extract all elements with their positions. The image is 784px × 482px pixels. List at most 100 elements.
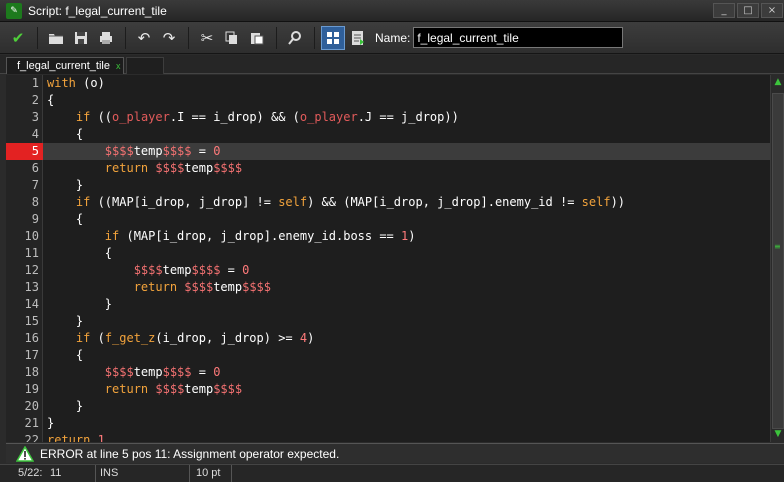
minimize-button[interactable]: _ <box>713 3 735 18</box>
code-line[interactable]: 19 return $$$$temp$$$$ <box>6 381 770 398</box>
code-line[interactable]: 17 { <box>6 347 770 364</box>
maximize-button[interactable]: □ <box>737 3 759 18</box>
line-number: 9 <box>31 212 39 226</box>
window-title: Script: f_legal_current_tile <box>28 3 167 18</box>
line-number: 16 <box>24 331 39 345</box>
line-number: 6 <box>31 161 39 175</box>
line-number: 22 <box>24 433 39 442</box>
code-line[interactable]: 4 { <box>6 126 770 143</box>
code-text: if ((o_player.I == i_drop) && (o_player.… <box>75 110 459 124</box>
copy-icon[interactable] <box>220 26 244 50</box>
code-text: return $$$$temp$$$$ <box>104 161 243 175</box>
code-line[interactable]: 8 if ((MAP[i_drop, j_drop] != self) && (… <box>6 194 770 211</box>
paste-icon[interactable] <box>245 26 269 50</box>
print-icon[interactable] <box>94 26 118 50</box>
toolbar-separator <box>314 26 315 49</box>
code-line[interactable]: 10 if (MAP[i_drop, j_drop].enemy_id.boss… <box>6 228 770 245</box>
code-text: $$$$temp$$$$ = 0 <box>104 365 221 379</box>
code-text: if (f_get_z(i_drop, j_drop) >= 4) <box>75 331 315 345</box>
toolbar-separator <box>188 26 189 49</box>
code-line-error[interactable]: 5 $$$$temp$$$$ = 0 <box>6 143 770 160</box>
code-text: } <box>47 416 55 430</box>
line-number: 13 <box>24 280 39 294</box>
line-number: 15 <box>24 314 39 328</box>
code-text: { <box>47 93 55 107</box>
scroll-down-icon[interactable]: ▼ <box>772 429 784 440</box>
code-text: if (MAP[i_drop, j_drop].enemy_id.boss ==… <box>104 229 416 243</box>
code-line[interactable]: 22 return 1 <box>6 432 770 442</box>
grid-icon[interactable] <box>321 25 345 50</box>
code-text: $$$$temp$$$$ = 0 <box>104 144 221 158</box>
code-text: return 1 <box>47 433 105 442</box>
toolbar-separator <box>125 26 126 49</box>
line-number: 17 <box>24 348 39 362</box>
error-message: ERROR at line 5 pos 11: Assignment opera… <box>40 446 340 461</box>
code-line[interactable]: 15 } <box>6 313 770 330</box>
code-line[interactable]: 18 $$$$temp$$$$ = 0 <box>6 364 770 381</box>
code-text: { <box>104 246 113 260</box>
code-line[interactable]: 1 with (o) <box>6 75 770 92</box>
tab-f-legal-current-tile[interactable]: f_legal_current_tile x <box>6 57 124 74</box>
line-number: 21 <box>24 416 39 430</box>
code-line[interactable]: 3 if ((o_player.I == i_drop) && (o_playe… <box>6 109 770 126</box>
toolbar-separator <box>37 26 38 49</box>
redo-icon[interactable]: ↷ <box>157 26 181 50</box>
code-text: $$$$temp$$$$ = 0 <box>133 263 250 277</box>
line-number: 4 <box>31 127 39 141</box>
app-icon: ✎ <box>6 2 22 19</box>
code-line[interactable]: 6 return $$$$temp$$$$ <box>6 160 770 177</box>
code-line[interactable]: 21} <box>6 415 770 432</box>
code-text: if ((MAP[i_drop, j_drop] != self) && (MA… <box>75 195 626 209</box>
scroll-grip-icon: ≡ <box>774 242 781 251</box>
code-editor[interactable]: 1 with (o) 2{3 if ((o_player.I == i_drop) … <box>6 75 770 442</box>
line-number: 12 <box>24 263 39 277</box>
vertical-scrollbar[interactable]: ▲ ≡ ▼ <box>770 75 784 442</box>
toolbar-separator <box>276 26 277 49</box>
code-text: } <box>104 297 113 311</box>
line-number: 10 <box>24 229 39 243</box>
toolbar: ✔ ↶ ↷ ✂ Name: <box>0 22 784 54</box>
title-bar: ✎ Script: f_legal_current_tile _ □ × <box>0 0 784 22</box>
line-number: 18 <box>24 365 39 379</box>
code-text: { <box>75 348 84 362</box>
code-area[interactable]: 1 with (o) 2{3 if ((o_player.I == i_drop) … <box>6 75 770 442</box>
tab-label: f_legal_current_tile <box>17 60 110 72</box>
cut-icon[interactable]: ✂ <box>195 26 219 50</box>
code-line[interactable]: 13 return $$$$temp$$$$ <box>6 279 770 296</box>
code-line[interactable]: 16 if (f_get_z(i_drop, j_drop) >= 4) <box>6 330 770 347</box>
status-bar: 5/22: 11 INS 10 pt <box>0 464 784 482</box>
tab-blank <box>126 57 164 74</box>
status-column: 11 <box>46 465 96 482</box>
line-number: 19 <box>24 382 39 396</box>
line-number: 2 <box>31 93 39 107</box>
open-folder-icon[interactable] <box>44 26 68 50</box>
code-text: with (o) <box>47 76 105 90</box>
code-line[interactable]: 14 } <box>6 296 770 313</box>
code-line[interactable]: 7 } <box>6 177 770 194</box>
code-line[interactable]: 11 { <box>6 245 770 262</box>
script-name-input[interactable] <box>413 27 624 48</box>
code-line[interactable]: 12 $$$$temp$$$$ = 0 <box>6 262 770 279</box>
scrollbar-thumb[interactable] <box>772 93 784 429</box>
tab-close-icon[interactable]: x <box>116 61 121 71</box>
line-number: 20 <box>24 399 39 413</box>
code-line[interactable]: 9 { <box>6 211 770 228</box>
line-number: 7 <box>31 178 39 192</box>
status-insert-mode: INS <box>96 465 190 482</box>
code-text: { <box>75 127 84 141</box>
check-icon[interactable]: ✔ <box>6 26 30 50</box>
window-controls: _ □ × <box>713 3 783 18</box>
status-font-size: 10 pt <box>192 465 232 482</box>
code-text: } <box>75 314 84 328</box>
line-number: 3 <box>31 110 39 124</box>
undo-icon[interactable]: ↶ <box>132 26 156 50</box>
close-button[interactable]: × <box>761 3 783 18</box>
line-number: 14 <box>24 297 39 311</box>
save-icon[interactable] <box>69 26 93 50</box>
find-icon[interactable] <box>283 26 307 50</box>
tab-strip: f_legal_current_tile x <box>0 55 784 74</box>
document-icon[interactable] <box>346 26 370 50</box>
scroll-up-icon[interactable]: ▲ <box>772 77 784 88</box>
code-line[interactable]: 2{ <box>6 92 770 109</box>
code-line[interactable]: 20 } <box>6 398 770 415</box>
